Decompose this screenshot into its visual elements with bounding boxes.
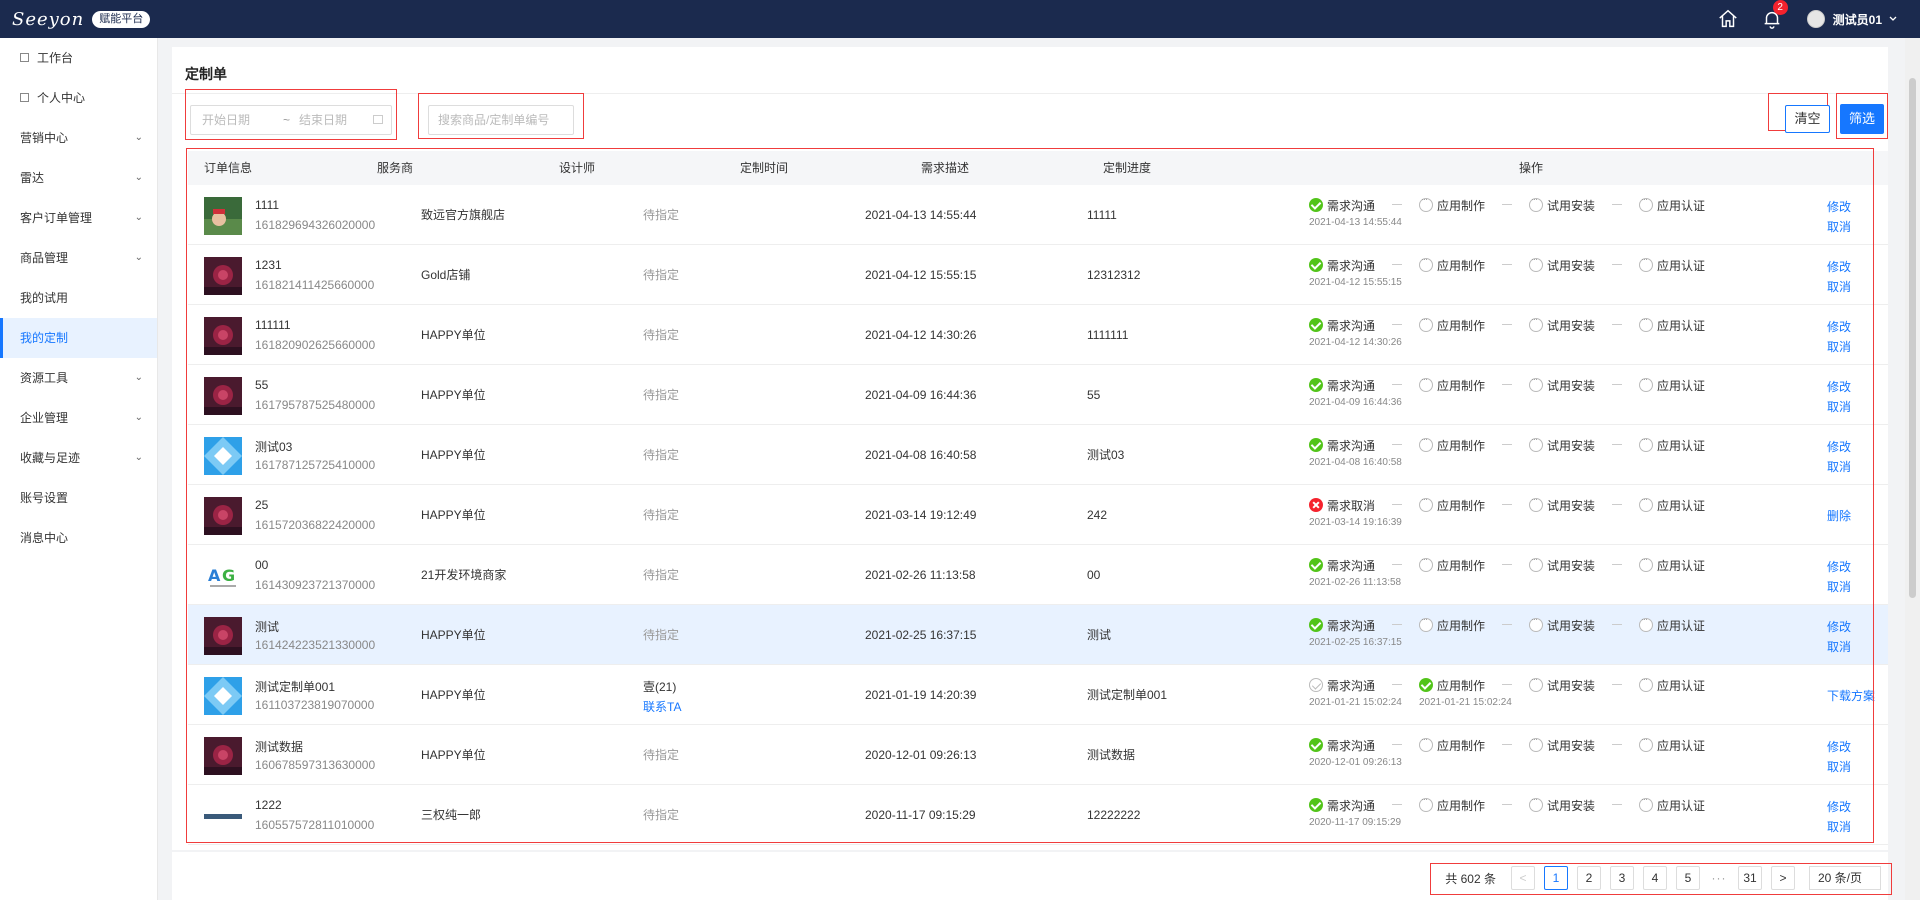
sidebar-item-label: 商品管理 bbox=[20, 251, 69, 265]
notification-button[interactable]: 2 bbox=[1761, 0, 1788, 30]
chevron-down-icon: ⌄ bbox=[134, 412, 143, 423]
main-panel: 定制单 开始日期 ~ 结束日期 搜索商品/定制单编号 清空 筛选 订单信息 服务商… bbox=[172, 47, 1888, 850]
box-icon bbox=[20, 53, 29, 63]
logo[interactable]: Seeyon 赋能平台 bbox=[12, 7, 151, 31]
sidebar-item[interactable]: 企业管理 ⌄ bbox=[0, 398, 157, 438]
logo-text: Seeyon bbox=[12, 8, 85, 30]
sidebar-item[interactable]: 收藏与足迹 ⌄ bbox=[0, 438, 157, 478]
page-size-select[interactable]: 20 条/页 bbox=[1809, 866, 1881, 890]
chevron-down-icon: ⌄ bbox=[134, 452, 143, 463]
sidebar-item-label: 我的定制 bbox=[20, 331, 69, 345]
sidebar-item[interactable]: 营销中心 ⌄ bbox=[0, 118, 157, 158]
sidebar-item[interactable]: 我的试用 bbox=[0, 278, 157, 318]
platform-badge: 赋能平台 bbox=[92, 10, 151, 28]
chevron-down-icon: ⌄ bbox=[134, 372, 143, 383]
scrollbar-thumb[interactable] bbox=[1909, 78, 1916, 598]
username[interactable]: 测试员01 bbox=[1833, 11, 1882, 28]
chevron-down-icon: ⌄ bbox=[134, 212, 143, 223]
sidebar-item[interactable]: 账号设置 bbox=[0, 478, 157, 518]
sidebar-item[interactable]: 客户订单管理 ⌄ bbox=[0, 198, 157, 238]
sidebar-item[interactable]: 资源工具 ⌄ bbox=[0, 358, 157, 398]
box-icon bbox=[20, 93, 29, 103]
chevron-down-icon: ⌄ bbox=[134, 132, 143, 143]
page-button[interactable]: 2 bbox=[1577, 866, 1601, 890]
top-bar: Seeyon 赋能平台 2 测试员01 bbox=[0, 0, 1920, 38]
page-title: 定制单 bbox=[185, 66, 227, 82]
end-date-placeholder: 结束日期 bbox=[299, 113, 348, 127]
page-button[interactable]: 1 bbox=[1544, 866, 1568, 890]
sidebar-item-label: 收藏与足迹 bbox=[20, 451, 81, 465]
sidebar-item-label: 营销中心 bbox=[20, 131, 69, 145]
page-button[interactable]: 4 bbox=[1643, 866, 1667, 890]
sidebar-item[interactable]: 雷达 ⌄ bbox=[0, 158, 157, 198]
more-pages-ellipsis[interactable]: ··· bbox=[1709, 871, 1729, 885]
sidebar-item[interactable]: 我的定制 bbox=[0, 318, 157, 358]
chevron-down-icon[interactable] bbox=[1888, 14, 1898, 24]
page-button[interactable]: 5 bbox=[1676, 866, 1700, 890]
total-count: 共 602 条 bbox=[1445, 871, 1496, 886]
sidebar: 工作台个人中心营销中心 ⌄ 雷达 ⌄ 客户订单管理 ⌄ 商品管理 ⌄ 我的试用我的定制资源工具 ⌄… bbox=[0, 38, 158, 900]
sidebar-item-label: 账号设置 bbox=[20, 491, 69, 505]
sidebar-item-label: 消息中心 bbox=[20, 531, 69, 545]
sidebar-item[interactable]: 消息中心 bbox=[0, 518, 157, 558]
pagination: 共 602 条 <1 2 3 4 5 ··· 31 >20 条/页 bbox=[1431, 862, 1891, 894]
avatar[interactable] bbox=[1806, 10, 1825, 28]
clear-button[interactable]: 清空 bbox=[1785, 105, 1830, 133]
sidebar-item-label: 雷达 bbox=[20, 171, 45, 185]
date-range-picker[interactable]: 开始日期 ~ 结束日期 bbox=[190, 105, 392, 135]
sidebar-item-label: 我的试用 bbox=[20, 291, 69, 305]
search-placeholder: 搜索商品/定制单编号 bbox=[438, 113, 550, 127]
sidebar-item-label: 工作台 bbox=[37, 51, 74, 65]
table-highlight bbox=[186, 148, 1874, 843]
chevron-down-icon: ⌄ bbox=[134, 252, 143, 263]
calendar-icon bbox=[373, 115, 383, 124]
sidebar-item[interactable]: 商品管理 ⌄ bbox=[0, 238, 157, 278]
date-separator: ~ bbox=[283, 113, 291, 127]
sidebar-item[interactable]: 个人中心 bbox=[0, 78, 157, 118]
sidebar-item-label: 客户订单管理 bbox=[20, 211, 93, 225]
page-button[interactable]: 3 bbox=[1610, 866, 1634, 890]
next-page-button[interactable]: > bbox=[1771, 866, 1795, 890]
page-button[interactable]: 31 bbox=[1738, 866, 1762, 890]
start-date-placeholder: 开始日期 bbox=[202, 113, 251, 127]
sidebar-item-label: 个人中心 bbox=[37, 91, 86, 105]
home-icon[interactable] bbox=[1717, 8, 1739, 30]
search-input[interactable]: 搜索商品/定制单编号 bbox=[428, 105, 574, 135]
chevron-down-icon: ⌄ bbox=[134, 172, 143, 183]
sidebar-item-label: 企业管理 bbox=[20, 411, 69, 425]
prev-page-button[interactable]: < bbox=[1511, 866, 1535, 890]
filter-button[interactable]: 筛选 bbox=[1840, 104, 1884, 134]
notification-count-badge: 2 bbox=[1772, 0, 1788, 15]
sidebar-item[interactable]: 工作台 bbox=[0, 38, 157, 78]
sidebar-item-label: 资源工具 bbox=[20, 371, 69, 385]
scrollbar[interactable] bbox=[1905, 38, 1920, 900]
